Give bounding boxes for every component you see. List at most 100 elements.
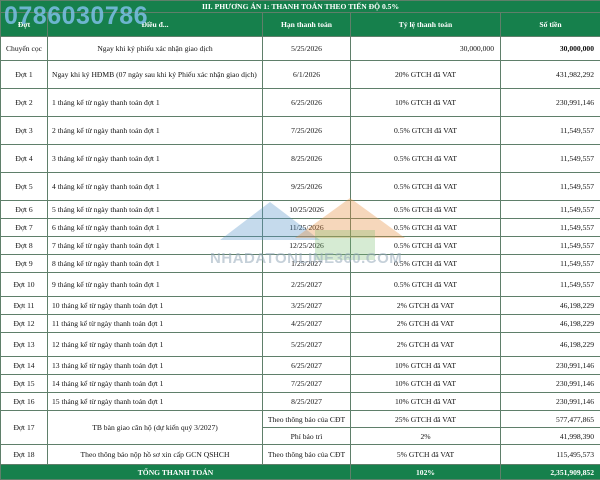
cell-rate: 0.5% GTCH đã VAT xyxy=(351,201,501,219)
cell-due-date: 5/25/2026 xyxy=(263,37,351,61)
cell-rate: 2% GTCH đã VAT xyxy=(351,297,501,315)
watermark-site: NHADATONLINE360.COM xyxy=(210,250,402,267)
cell-amount: 46,198,229 xyxy=(501,333,600,357)
cell-period: Đợt 11 xyxy=(1,297,48,315)
cell-period: Đợt 3 xyxy=(1,117,48,145)
table-row: Đợt 1615 tháng kể từ ngày thanh toán đợt… xyxy=(1,393,600,411)
cell-period: Đợt 15 xyxy=(1,375,48,393)
cell-description: 13 tháng kể từ ngày thanh toán đợt 1 xyxy=(48,357,263,375)
total-amount: 2,351,909,852 xyxy=(501,465,600,480)
cell-rate: 0.5% GTCH đã VAT xyxy=(351,117,501,145)
table-row: Đợt 1514 tháng kể từ ngày thanh toán đợt… xyxy=(1,375,600,393)
cell-amount: 230,991,146 xyxy=(501,393,600,411)
cell-period: Đợt 12 xyxy=(1,315,48,333)
cell-due-date: 7/25/2026 xyxy=(263,117,351,145)
cell-amount: 577,477,865 xyxy=(501,411,600,428)
cell-description: 1 tháng kể từ ngày thanh toán đợt 1 xyxy=(48,89,263,117)
cell-description: 5 tháng kể từ ngày thanh toán đợt 1 xyxy=(48,201,263,219)
cell-period: Đợt 8 xyxy=(1,237,48,255)
cell-description: 9 tháng kể từ ngày thanh toán đợt 1 xyxy=(48,273,263,297)
cell-rate: 10% GTCH đã VAT xyxy=(351,375,501,393)
cell-period: Đợt 13 xyxy=(1,333,48,357)
table-row: Đợt 109 tháng kể từ ngày thanh toán đợt … xyxy=(1,273,600,297)
cell-period: Đợt 18 xyxy=(1,445,48,465)
cell-due-date: 6/1/2026 xyxy=(263,61,351,89)
cell-amount: 11,549,557 xyxy=(501,273,600,297)
cell-rate: 2% GTCH đã VAT xyxy=(351,315,501,333)
cell-rate: 2% GTCH đã VAT xyxy=(351,333,501,357)
total-rate: 102% xyxy=(351,465,501,480)
cell-period: Đợt 9 xyxy=(1,255,48,273)
table-row: Đợt 1211 tháng kể từ ngày thanh toán đợt… xyxy=(1,315,600,333)
cell-period: Đợt 16 xyxy=(1,393,48,411)
watermark-phone: 0786030786 xyxy=(4,2,148,31)
cell-rate: 10% GTCH đã VAT xyxy=(351,393,501,411)
cell-due-date: Theo thông báo của CĐT xyxy=(263,411,351,428)
table-row: Đợt 76 tháng kể từ ngày thanh toán đợt 1… xyxy=(1,219,600,237)
cell-amount: 230,991,146 xyxy=(501,357,600,375)
cell-period: Chuyển cọc xyxy=(1,37,48,61)
cell-description: 6 tháng kể từ ngày thanh toán đợt 1 xyxy=(48,219,263,237)
cell-amount: 431,982,292 xyxy=(501,61,600,89)
cell-due-date: 4/25/2027 xyxy=(263,315,351,333)
header-rate: Tỷ lệ thanh toán xyxy=(351,13,501,37)
cell-due-date: 8/25/2027 xyxy=(263,393,351,411)
cell-description: Ngay khi ký phiếu xác nhận giao dịch xyxy=(48,37,263,61)
table-row: Đợt 54 tháng kể từ ngày thanh toán đợt 1… xyxy=(1,173,600,201)
cell-description: 3 tháng kể từ ngày thanh toán đợt 1 xyxy=(48,145,263,173)
cell-amount: 11,549,557 xyxy=(501,219,600,237)
cell-period: Đợt 10 xyxy=(1,273,48,297)
cell-period: Đợt 5 xyxy=(1,173,48,201)
cell-rate: 30,000,000 xyxy=(351,37,501,61)
total-label: TỔNG THANH TOÁN xyxy=(1,465,351,480)
cell-amount: 46,198,229 xyxy=(501,297,600,315)
cell-amount: 11,549,557 xyxy=(501,201,600,219)
cell-amount: 11,549,557 xyxy=(501,237,600,255)
cell-period: Đợt 17 xyxy=(1,411,48,445)
cell-amount: 46,198,229 xyxy=(501,315,600,333)
table-row: Đợt 1Ngay khi ký HĐMB (07 ngày sau khi k… xyxy=(1,61,600,89)
cell-amount: 11,549,557 xyxy=(501,117,600,145)
cell-amount: 115,495,573 xyxy=(501,445,600,465)
table-row: Đợt 1312 tháng kể từ ngày thanh toán đợt… xyxy=(1,333,600,357)
cell-fee-label: Phí bảo trì xyxy=(263,428,351,445)
cell-description: 14 tháng kể từ ngày thanh toán đợt 1 xyxy=(48,375,263,393)
cell-amount: 230,991,146 xyxy=(501,89,600,117)
header-amount: Số tiền xyxy=(501,13,600,37)
cell-description: 4 tháng kể từ ngày thanh toán đợt 1 xyxy=(48,173,263,201)
cell-description: Ngay khi ký HĐMB (07 ngày sau khi ký Phi… xyxy=(48,61,263,89)
table-row: Đợt 18 Theo thông báo nộp hồ sơ xin cấp … xyxy=(1,445,600,465)
cell-description: 2 tháng kể từ ngày thanh toán đợt 1 xyxy=(48,117,263,145)
cell-due-date: 3/25/2027 xyxy=(263,297,351,315)
cell-due-date: Theo thông báo của CĐT xyxy=(263,445,351,465)
schedule-rows: Chuyển cọcNgay khi ký phiếu xác nhận gia… xyxy=(1,37,600,411)
cell-amount: 11,549,557 xyxy=(501,255,600,273)
cell-amount: 230,991,146 xyxy=(501,375,600,393)
cell-rate: 0.5% GTCH đã VAT xyxy=(351,145,501,173)
header-due-date: Hạn thanh toán xyxy=(263,13,351,37)
cell-rate: 10% GTCH đã VAT xyxy=(351,89,501,117)
cell-period: Đợt 2 xyxy=(1,89,48,117)
cell-description: TB bàn giao căn hộ (dự kiến quý 3/2027) xyxy=(48,411,263,445)
cell-amount: 11,549,557 xyxy=(501,173,600,201)
cell-period: Đợt 6 xyxy=(1,201,48,219)
cell-due-date: 11/25/2026 xyxy=(263,219,351,237)
cell-amount: 11,549,557 xyxy=(501,145,600,173)
table-row: Đợt 43 tháng kể từ ngày thanh toán đợt 1… xyxy=(1,145,600,173)
cell-due-date: 7/25/2027 xyxy=(263,375,351,393)
cell-due-date: 6/25/2027 xyxy=(263,357,351,375)
cell-due-date: 6/25/2026 xyxy=(263,89,351,117)
cell-description: Theo thông báo nộp hồ sơ xin cấp GCN QSH… xyxy=(48,445,263,465)
table-row: Đợt 17 TB bàn giao căn hộ (dự kiến quý 3… xyxy=(1,411,600,428)
payment-schedule-table: III. PHƯƠNG ÁN 1: THANH TOÁN THEO TIẾN Đ… xyxy=(0,0,600,480)
cell-period: Đợt 7 xyxy=(1,219,48,237)
cell-due-date: 9/25/2026 xyxy=(263,173,351,201)
table-row: Đợt 1413 tháng kể từ ngày thanh toán đợt… xyxy=(1,357,600,375)
table-row: Đợt 65 tháng kể từ ngày thanh toán đợt 1… xyxy=(1,201,600,219)
cell-description: 15 tháng kể từ ngày thanh toán đợt 1 xyxy=(48,393,263,411)
cell-fee-amount: 41,998,390 xyxy=(501,428,600,445)
cell-amount: 30,000,000 xyxy=(501,37,600,61)
cell-fee-rate: 2% xyxy=(351,428,501,445)
cell-rate: 5% GTCH đã VAT xyxy=(351,445,501,465)
table-row: Đợt 21 tháng kể từ ngày thanh toán đợt 1… xyxy=(1,89,600,117)
